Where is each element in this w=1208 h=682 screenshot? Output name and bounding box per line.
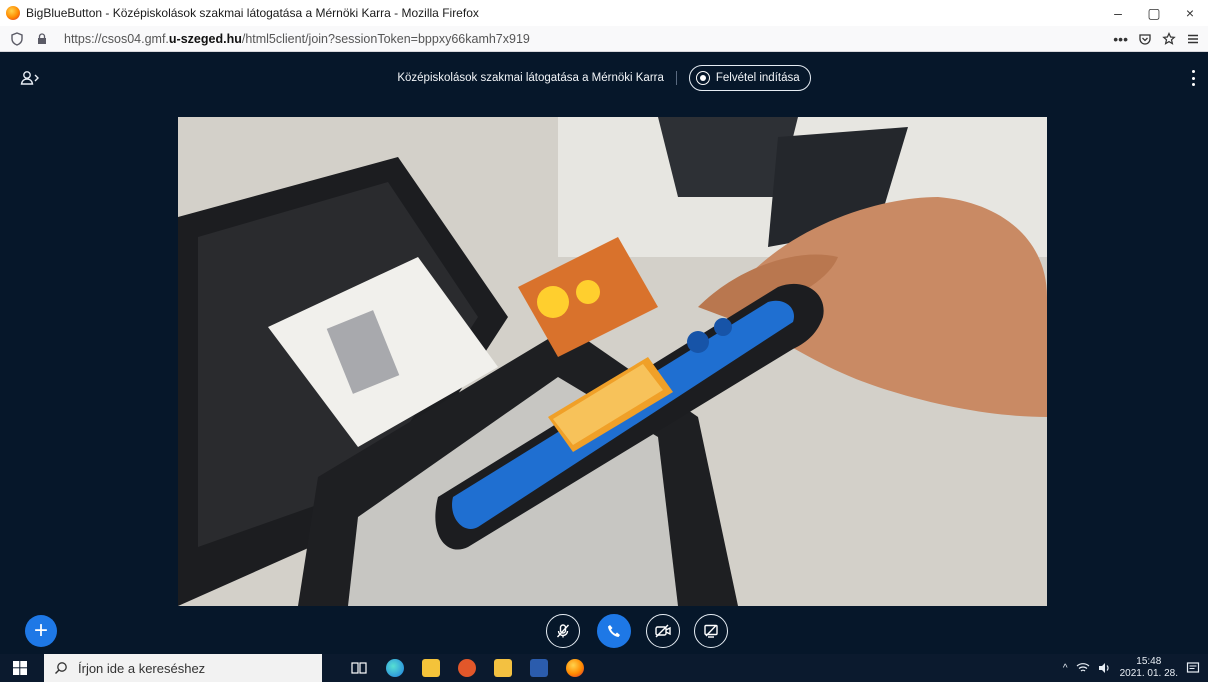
task-view-icon[interactable] [350, 659, 368, 677]
video-frame-image [178, 117, 1047, 606]
mute-button[interactable] [546, 614, 580, 648]
phone-icon [608, 625, 620, 637]
pocket-icon[interactable] [1138, 32, 1152, 46]
file-explorer-icon[interactable] [494, 659, 512, 677]
url-field[interactable]: https://csos04.gmf.u-szeged.hu/html5clie… [64, 32, 1113, 46]
hamburger-menu-icon[interactable] [1186, 32, 1200, 46]
network-icon[interactable] [1076, 662, 1090, 674]
firefox-taskbar-icon[interactable] [566, 659, 584, 677]
camera-off-icon [655, 624, 671, 638]
word-icon[interactable] [530, 659, 548, 677]
notifications-icon[interactable] [1186, 661, 1200, 675]
url-host: u-szeged.hu [168, 31, 242, 46]
minimize-button[interactable]: – [1100, 0, 1136, 26]
url-prefix: https://csos04.gmf. [64, 31, 169, 46]
window-title: BigBlueButton - Középiskolások szakmai l… [26, 6, 479, 20]
page-actions-button[interactable]: ••• [1113, 31, 1128, 47]
meeting-header: Középiskolások szakmai látogatása a Mérn… [0, 52, 1208, 104]
store-icon[interactable] [422, 659, 440, 677]
start-recording-button[interactable]: Felvétel indítása [688, 65, 811, 91]
volume-icon[interactable] [1098, 662, 1112, 674]
maximize-button[interactable]: ▢ [1136, 0, 1172, 26]
leave-audio-button[interactable] [597, 614, 631, 648]
firefox-icon [6, 6, 20, 20]
address-bar: https://csos04.gmf.u-szeged.hu/html5clie… [0, 26, 1208, 52]
show-hidden-icons-icon[interactable]: ^ [1063, 663, 1068, 674]
media-app-icon[interactable] [458, 659, 476, 677]
options-menu-icon[interactable] [1190, 70, 1196, 86]
clock-time: 15:48 [1136, 656, 1162, 667]
meeting-title: Középiskolások szakmai látogatása a Mérn… [397, 72, 664, 84]
record-icon [695, 71, 710, 85]
screen: BigBlueButton - Középiskolások szakmai l… [0, 0, 1208, 682]
toolbar-right: ••• [1113, 31, 1200, 47]
window-controls: – ▢ × [1100, 0, 1208, 26]
system-tray: ^ 15:48 2021. 01. 28. [1063, 656, 1200, 680]
windows-taskbar: Írjon ide a kereséshez ^ 15:48 2021. 01.… [0, 654, 1208, 682]
windows-logo-icon [13, 661, 27, 675]
search-icon [55, 662, 67, 674]
start-button[interactable] [6, 654, 34, 682]
search-placeholder: Írjon ide a kereséshez [78, 660, 206, 676]
share-webcam-button[interactable] [646, 614, 680, 648]
lock-icon[interactable] [36, 32, 48, 45]
webcam-video[interactable] [178, 117, 1047, 606]
share-screen-button[interactable] [694, 614, 728, 648]
screen-share-off-icon [704, 624, 718, 638]
bookmark-star-icon[interactable] [1162, 31, 1176, 46]
user-list-toggle-icon[interactable] [20, 70, 42, 86]
close-button[interactable]: × [1172, 0, 1208, 26]
microphone-muted-icon [556, 624, 570, 638]
record-label: Felvétel indítása [715, 72, 800, 84]
edge-browser-icon[interactable] [386, 659, 404, 677]
taskbar-search-field[interactable]: Írjon ide a kereséshez [44, 654, 322, 682]
window-titlebar: BigBlueButton - Középiskolások szakmai l… [0, 0, 1208, 26]
actions-plus-button[interactable]: + [25, 615, 57, 647]
url-suffix: /html5client/join?sessionToken=bppxy66ka… [241, 31, 530, 46]
taskbar-clock[interactable]: 15:48 2021. 01. 28. [1120, 656, 1178, 680]
taskbar-apps [350, 659, 584, 677]
header-divider [675, 71, 677, 85]
clock-date: 2021. 01. 28. [1119, 668, 1178, 679]
shield-icon[interactable] [10, 31, 24, 46]
